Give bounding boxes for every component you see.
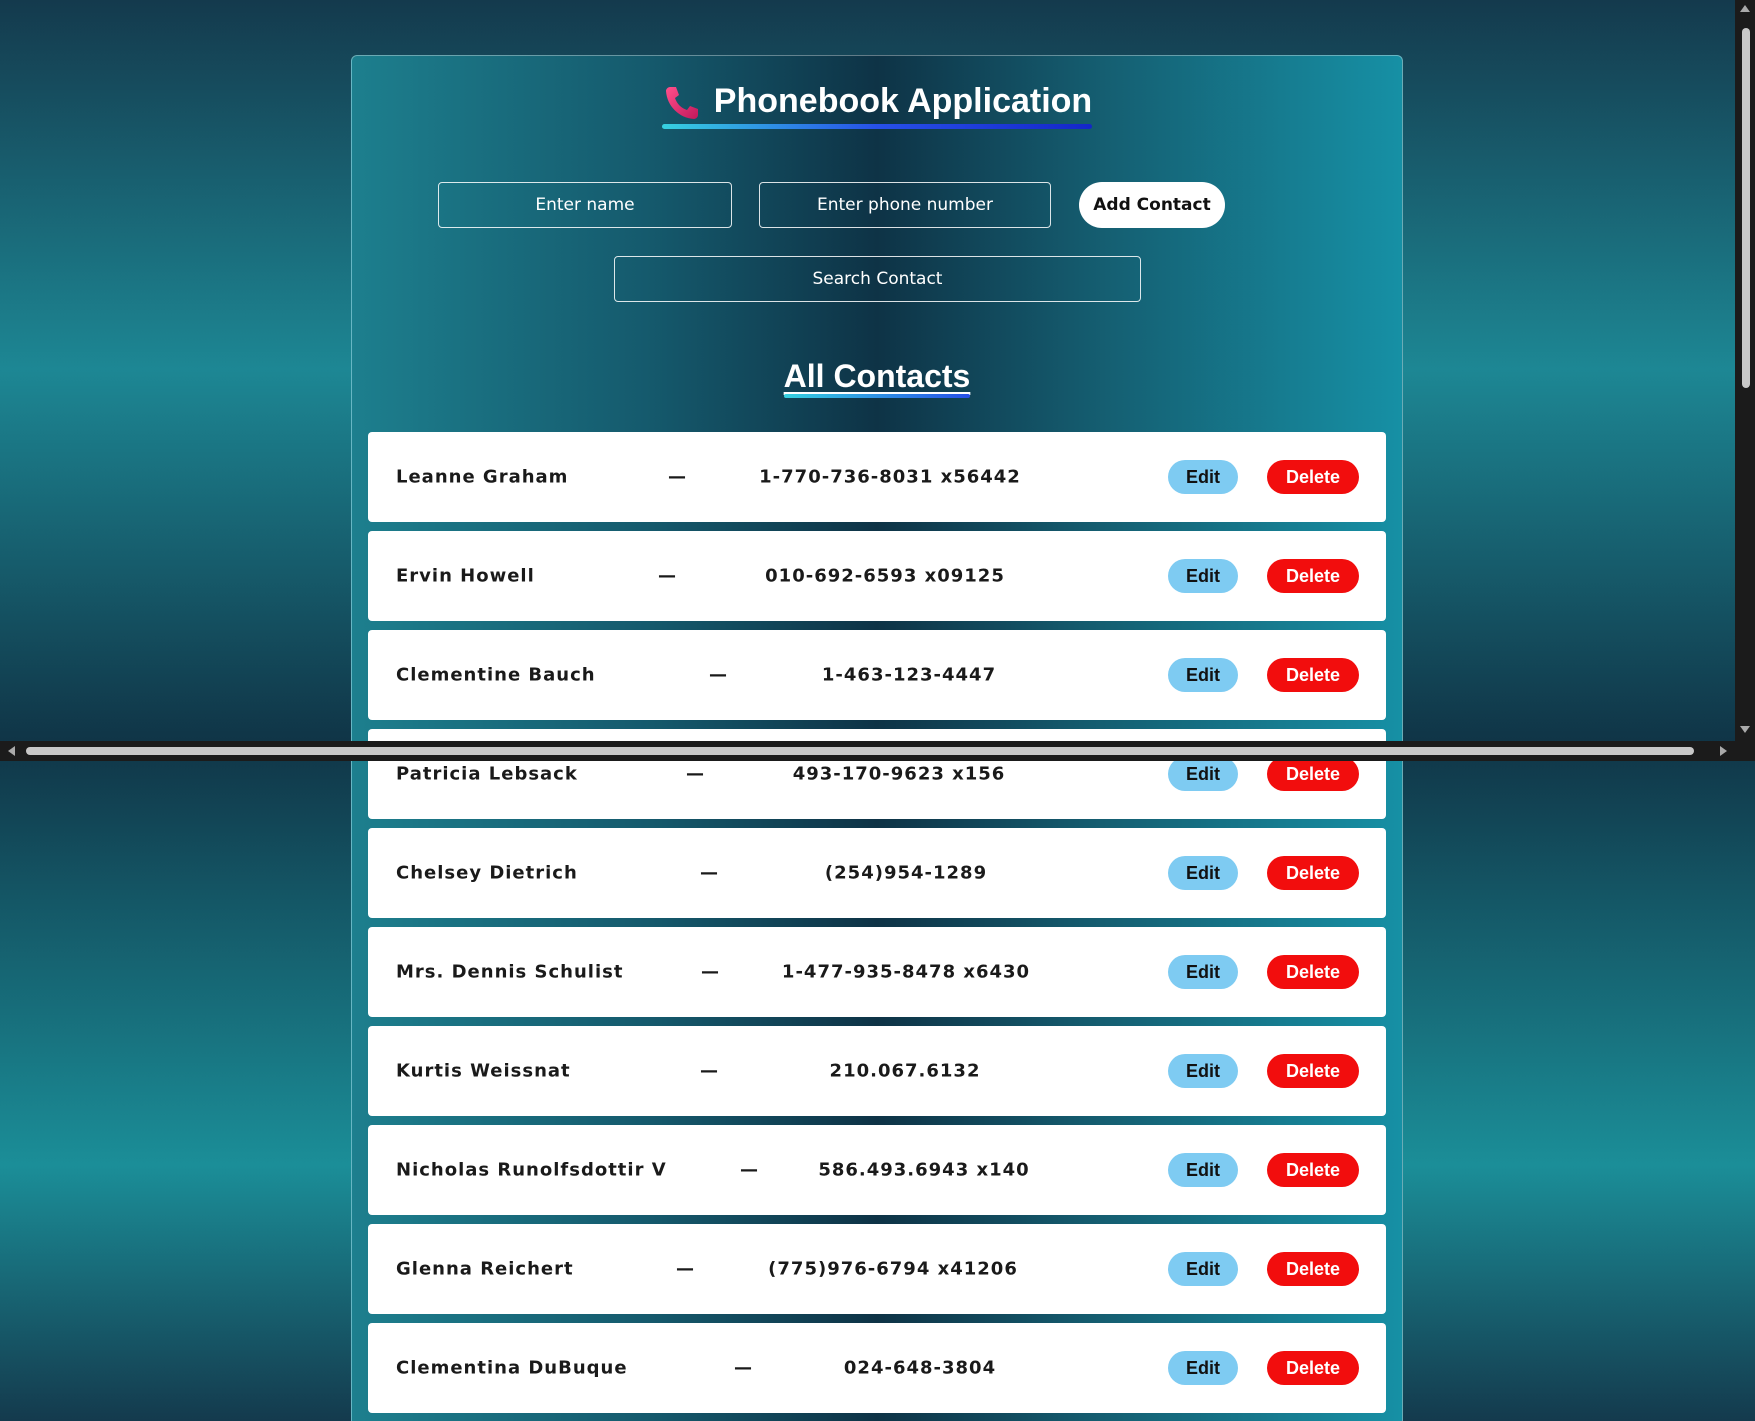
contact-phone: (254)954-1289: [824, 862, 988, 884]
edit-button[interactable]: Edit: [1168, 856, 1238, 890]
scroll-left-arrow-icon[interactable]: [8, 746, 15, 756]
edit-button[interactable]: Edit: [1168, 658, 1238, 692]
contact-row: Clementina DuBuque — 024-648-3804 Edit Delet…: [368, 1323, 1386, 1413]
contact-row: Clementine Bauch — 1-463-123-4447 Edit Delet…: [368, 630, 1386, 720]
contact-row: Mrs. Dennis Schulist — 1-477-935-8478 x643…: [368, 927, 1386, 1017]
contact-row: Chelsey Dietrich — (254)954-1289 Edit Delete: [368, 828, 1386, 918]
contact-phone: 010-692-6593 x09125: [765, 565, 1005, 587]
scroll-right-arrow-icon[interactable]: [1720, 746, 1727, 756]
phonebook-card: Phonebook Application Add Contact All Co…: [351, 55, 1403, 1421]
contact-phone: 024-648-3804: [843, 1357, 997, 1379]
contact-phone: (775)976-6794 x41206: [768, 1258, 1018, 1280]
add-contact-button[interactable]: Add Contact: [1079, 182, 1225, 228]
delete-button[interactable]: Delete: [1267, 559, 1359, 593]
section-title: All Contacts: [352, 358, 1402, 395]
edit-button[interactable]: Edit: [1168, 559, 1238, 593]
contact-separator: —: [709, 664, 728, 686]
contact-phone: 1-477-935-8478 x6430: [781, 961, 1031, 983]
contact-name: Nicholas Runolfsdottir V: [396, 1159, 667, 1181]
scroll-down-arrow-icon[interactable]: [1740, 726, 1750, 733]
contact-name: Chelsey Dietrich: [396, 862, 578, 884]
edit-button[interactable]: Edit: [1168, 1153, 1238, 1187]
edit-button[interactable]: Edit: [1168, 757, 1238, 791]
contact-name: Ervin Howell: [396, 565, 535, 587]
delete-button[interactable]: Delete: [1267, 460, 1359, 494]
contact-separator: —: [700, 862, 719, 884]
edit-button[interactable]: Edit: [1168, 1351, 1238, 1385]
delete-button[interactable]: Delete: [1267, 757, 1359, 791]
contact-separator: —: [701, 961, 720, 983]
contact-row: Nicholas Runolfsdottir V — 586.493.6943 x1…: [368, 1125, 1386, 1215]
contact-separator: —: [676, 1258, 695, 1280]
contact-name: Glenna Reichert: [396, 1258, 574, 1280]
contact-name: Patricia Lebsack: [396, 763, 578, 785]
delete-button[interactable]: Delete: [1267, 1054, 1359, 1088]
contact-name: Clementine Bauch: [396, 664, 596, 686]
vertical-scroll-thumb[interactable]: [1742, 28, 1750, 388]
contact-list: Leanne Graham — 1-770-736-8031 x56442 Edit D…: [368, 432, 1386, 1421]
header: Phonebook Application: [352, 82, 1402, 129]
contact-row: Leanne Graham — 1-770-736-8031 x56442 Edit D…: [368, 432, 1386, 522]
page-title-text: Phonebook Application: [713, 82, 1093, 120]
delete-button[interactable]: Delete: [1267, 1351, 1359, 1385]
delete-button[interactable]: Delete: [1267, 1153, 1359, 1187]
phone-input[interactable]: [759, 182, 1051, 228]
page-title: Phonebook Application: [661, 82, 1093, 129]
edit-button[interactable]: Edit: [1168, 1054, 1238, 1088]
contact-name: Leanne Graham: [396, 466, 569, 488]
contact-separator: —: [668, 466, 687, 488]
horizontal-scroll-thumb[interactable]: [26, 747, 1694, 755]
contact-separator: —: [658, 565, 677, 587]
contact-phone: 210.067.6132: [829, 1060, 981, 1082]
delete-button[interactable]: Delete: [1267, 856, 1359, 890]
phone-icon: [662, 83, 700, 121]
edit-button[interactable]: Edit: [1168, 955, 1238, 989]
contact-row: Ervin Howell — 010-692-6593 x09125 Edit Dele…: [368, 531, 1386, 621]
all-contacts-heading: All Contacts: [783, 358, 971, 394]
delete-button[interactable]: Delete: [1267, 955, 1359, 989]
delete-button[interactable]: Delete: [1267, 658, 1359, 692]
contact-separator: —: [686, 763, 705, 785]
scroll-up-arrow-icon[interactable]: [1740, 5, 1750, 12]
horizontal-scrollbar[interactable]: [0, 741, 1755, 761]
contact-separator: —: [740, 1159, 759, 1181]
contact-separator: —: [734, 1357, 753, 1379]
contact-row: Kurtis Weissnat — 210.067.6132 Edit Delete: [368, 1026, 1386, 1116]
contact-phone: 1-770-736-8031 x56442: [759, 466, 1021, 488]
search-input[interactable]: [614, 256, 1141, 302]
delete-button[interactable]: Delete: [1267, 1252, 1359, 1286]
edit-button[interactable]: Edit: [1168, 460, 1238, 494]
contact-phone: 586.493.6943 x140: [818, 1159, 1030, 1181]
contact-name: Mrs. Dennis Schulist: [396, 961, 624, 983]
contact-separator: —: [700, 1060, 719, 1082]
name-input[interactable]: [438, 182, 732, 228]
contact-row: Glenna Reichert — (775)976-6794 x41206 Edit…: [368, 1224, 1386, 1314]
contact-name: Clementina DuBuque: [396, 1357, 628, 1379]
contact-phone: 1-463-123-4447: [821, 664, 997, 686]
contact-phone: 493-170-9623 x156: [792, 763, 1006, 785]
edit-button[interactable]: Edit: [1168, 1252, 1238, 1286]
contact-name: Kurtis Weissnat: [396, 1060, 571, 1082]
vertical-scrollbar[interactable]: [1735, 0, 1755, 741]
